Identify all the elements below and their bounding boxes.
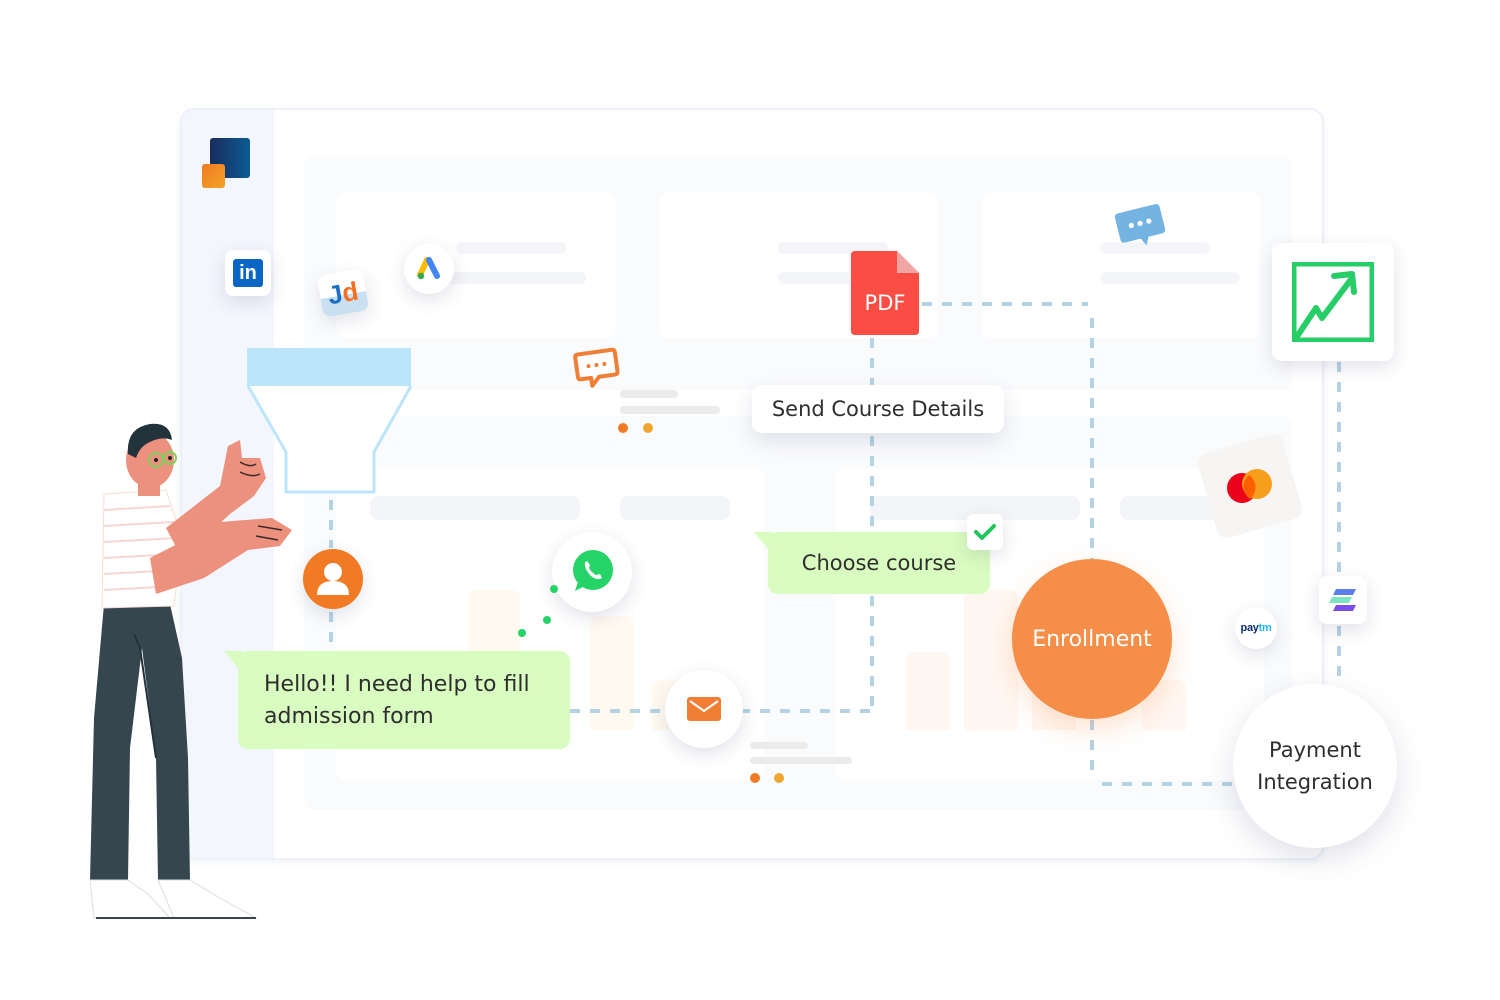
user-icon bbox=[317, 563, 349, 595]
pdf-document[interactable]: PDF bbox=[851, 251, 919, 335]
justdial-source[interactable]: Jd bbox=[316, 268, 370, 318]
whatsapp-dot bbox=[518, 629, 526, 637]
chat-skeleton-line bbox=[620, 406, 720, 414]
payment-gateway-method[interactable] bbox=[1319, 576, 1367, 624]
google-ads-icon bbox=[417, 257, 440, 280]
linkedin-icon: in bbox=[233, 259, 263, 287]
status-dot bbox=[618, 423, 628, 433]
choose-course-bubble[interactable]: Choose course bbox=[754, 532, 990, 594]
google-ads-source[interactable] bbox=[404, 244, 454, 294]
email-icon bbox=[687, 697, 721, 721]
status-dot bbox=[774, 773, 784, 783]
whatsapp-dot bbox=[543, 616, 551, 624]
connector-details-to-course bbox=[870, 436, 874, 532]
growth-report-card[interactable] bbox=[1272, 243, 1394, 361]
connector-email-to-course bbox=[740, 709, 870, 713]
payment-integration-node[interactable]: Payment Integration bbox=[1233, 684, 1397, 848]
status-dot bbox=[643, 423, 653, 433]
chat-message-bubble: Hello!! I need help to fill admission fo… bbox=[224, 651, 570, 749]
whatsapp-channel[interactable] bbox=[552, 532, 632, 612]
whatsapp-icon bbox=[573, 550, 613, 591]
send-course-details-card[interactable]: Send Course Details bbox=[752, 385, 1004, 433]
justdial-icon: Jd bbox=[325, 275, 361, 311]
connector-gateway-to-payment bbox=[1337, 626, 1341, 686]
chat-bubble-icon bbox=[573, 347, 620, 388]
connector-to-payment bbox=[1102, 782, 1236, 786]
mastercard-icon bbox=[1227, 469, 1272, 503]
course-selected-badge bbox=[967, 514, 1003, 550]
payment-gateway-icon bbox=[1329, 589, 1356, 611]
connector-chat-to-email bbox=[570, 709, 670, 713]
status-dot bbox=[750, 773, 760, 783]
paytm-icon: paytm bbox=[1240, 622, 1272, 634]
stat-card-1 bbox=[336, 192, 616, 338]
connector-to-enrollment bbox=[1090, 318, 1094, 560]
email-skeleton-line bbox=[750, 742, 808, 749]
connector-growth-to-gateway bbox=[1337, 362, 1341, 578]
connector-course-up bbox=[870, 596, 874, 708]
check-icon bbox=[974, 524, 996, 540]
paytm-method[interactable]: paytm bbox=[1235, 607, 1277, 649]
connector-pdf-right bbox=[922, 302, 1088, 306]
email-channel[interactable] bbox=[665, 670, 743, 748]
chat-skeleton-line bbox=[620, 390, 678, 398]
email-skeleton-line bbox=[750, 757, 852, 764]
connector-lead-to-chat bbox=[329, 612, 333, 652]
growth-chart-icon bbox=[1292, 262, 1374, 342]
whatsapp-dot bbox=[550, 585, 558, 593]
enrollment-node[interactable]: Enrollment bbox=[1012, 559, 1172, 719]
connector-funnel-to-lead bbox=[329, 500, 333, 548]
pdf-label: PDF bbox=[864, 291, 906, 315]
brand-logo bbox=[202, 138, 250, 188]
connector-enrollment-down bbox=[1090, 720, 1094, 780]
linkedin-source[interactable]: in bbox=[225, 250, 271, 296]
lead-node[interactable] bbox=[303, 549, 363, 609]
connector-pdf-to-details bbox=[870, 338, 874, 386]
